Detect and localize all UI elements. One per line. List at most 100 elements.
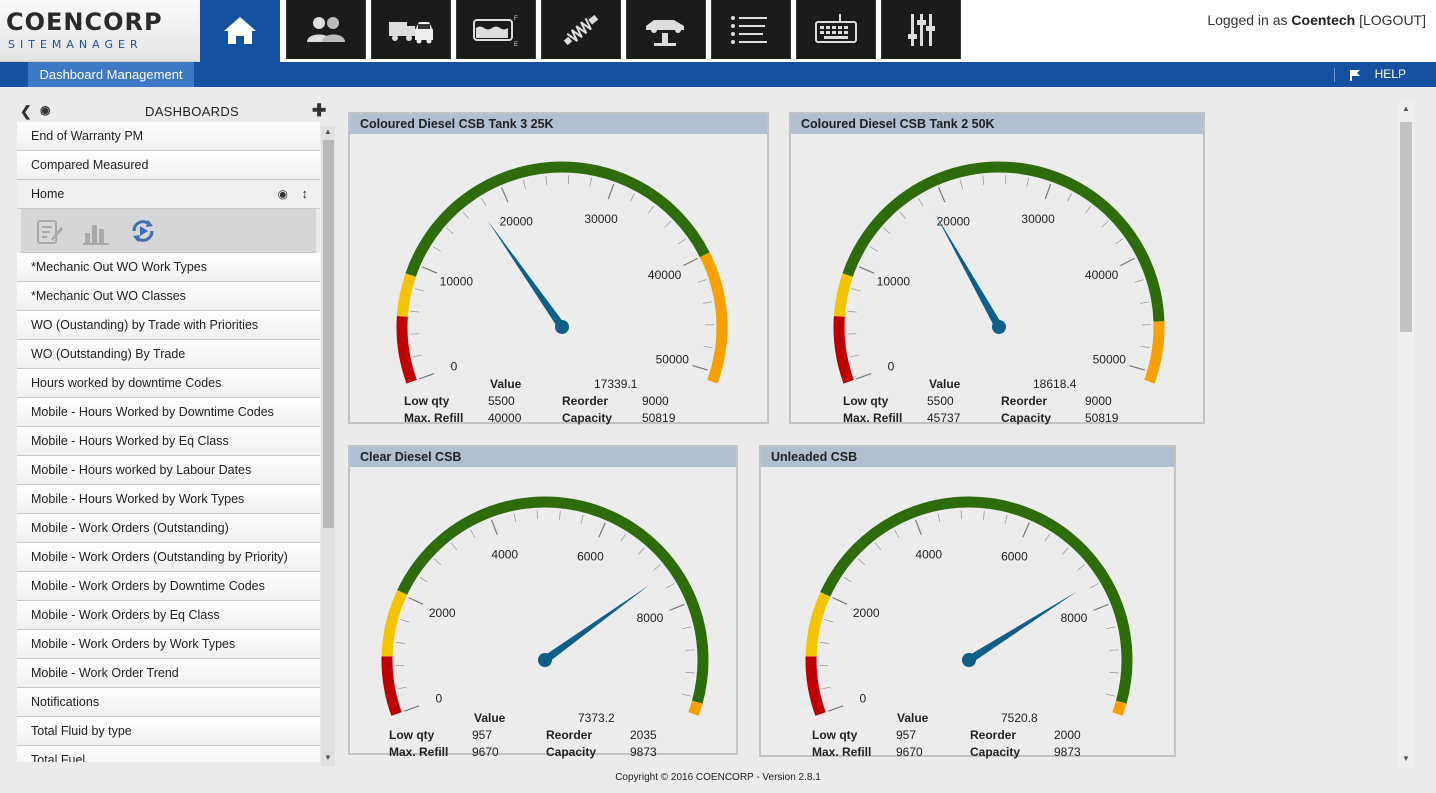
scroll-up-icon[interactable]: ▲ <box>1402 104 1410 113</box>
gauge-tick <box>894 529 900 538</box>
flag-icon[interactable] <box>1349 69 1361 81</box>
home-toolbar <box>21 209 316 253</box>
nav-list-button[interactable] <box>711 0 791 59</box>
gauge-band <box>805 592 831 657</box>
gauge-tick <box>629 193 635 202</box>
gauge-tick <box>697 279 707 283</box>
gauge-tick-label: 6000 <box>1001 550 1028 564</box>
sidebar-item[interactable]: Mobile - Hours Worked by Downtime Codes <box>17 398 320 427</box>
max-refill-value: 40000 <box>488 411 522 425</box>
sidebar-item[interactable]: WO (Oustanding) by Trade with Priorities <box>17 311 320 340</box>
sidebar-item[interactable]: Mobile - Work Orders by Work Types <box>17 630 320 659</box>
gauge-tick-label: 10000 <box>877 275 911 289</box>
gauge-value: 18618.4 <box>1033 377 1077 391</box>
capacity-value: 9873 <box>1054 745 1081 759</box>
gauge-tick <box>433 558 442 566</box>
edit-icon[interactable] <box>35 217 63 245</box>
sidebar-item[interactable]: Compared Measured <box>17 151 320 180</box>
gauge-tick-label: 2000 <box>853 606 880 620</box>
nav-keyboard-button[interactable] <box>796 0 876 59</box>
nav-settings-button[interactable] <box>881 0 961 59</box>
reorder-icon[interactable]: ↕ <box>302 180 309 208</box>
gauge-title: Coloured Diesel CSB Tank 2 50K <box>791 114 1203 134</box>
sidebar-item[interactable]: Notifications <box>17 688 320 717</box>
gauge-tick <box>669 603 685 611</box>
reorder-label: Reorder <box>1001 394 1048 408</box>
scroll-down-icon[interactable]: ▼ <box>1402 754 1410 763</box>
list-icon <box>731 15 767 44</box>
gauge-tick <box>982 175 985 185</box>
sliders-icon <box>908 13 935 46</box>
hide-eye-icon[interactable]: ◉ <box>40 103 50 117</box>
gauge-tick-label: 50000 <box>1093 353 1127 367</box>
gauge-tick-label: 10000 <box>440 275 474 289</box>
nav-suspension-button[interactable] <box>541 0 621 59</box>
sidebar-item[interactable]: Total Fuel <box>17 746 320 762</box>
main-scrollbar[interactable]: ▲ ▼ <box>1398 100 1414 768</box>
sidebar-item-label: Notifications <box>31 695 100 709</box>
logout-link[interactable]: [LOGOUT] <box>1359 12 1426 28</box>
login-user: Coentech <box>1291 12 1356 28</box>
help-link[interactable]: HELP <box>1375 62 1406 87</box>
gauge-panel[interactable]: Coloured Diesel CSB Tank 2 50K 0 10000 2000… <box>789 112 1205 425</box>
sidebar-scrollbar[interactable]: ▲ ▼ <box>321 126 335 766</box>
gauge-hub <box>555 320 569 334</box>
gauge-panel[interactable]: Clear Diesel CSB 0 2000 4000 6000 8000 Value 73… <box>348 445 738 759</box>
gauge-tick <box>869 246 878 252</box>
gauge-tick <box>849 354 859 358</box>
nav-users-button[interactable] <box>286 0 366 59</box>
main-scroll-thumb[interactable] <box>1400 122 1412 332</box>
low-qty-label: Low qty <box>389 728 435 742</box>
sidebar-item[interactable]: Home ◉ ↕ <box>17 180 320 209</box>
collapse-left-icon[interactable]: ❮ <box>20 103 32 120</box>
gauge-tick <box>545 175 548 185</box>
sidebar-item[interactable]: Mobile - Work Orders by Eq Class <box>17 601 320 630</box>
sidebar-item[interactable]: Mobile - Hours worked by Labour Dates <box>17 456 320 485</box>
gauge-tick-label: 50000 <box>656 353 690 367</box>
gauge-tick <box>418 372 435 380</box>
gauge-tick <box>513 513 517 523</box>
chart-icon[interactable] <box>81 217 113 245</box>
sidebar-item[interactable]: Mobile - Work Orders by Downtime Codes <box>17 572 320 601</box>
sidebar-item[interactable]: *Mechanic Out WO Classes <box>17 282 320 311</box>
sidebar-item-label: WO (Outstanding) By Trade <box>31 347 186 361</box>
gauge-tick <box>559 510 561 520</box>
sidebar-item[interactable]: *Mechanic Out WO Work Types <box>17 253 320 282</box>
logo[interactable]: COENCORP SITEMANAGER <box>0 0 200 62</box>
gauge-tick <box>1044 183 1052 200</box>
nav-vehicles-button[interactable] <box>371 0 451 59</box>
gauge-tick <box>857 558 866 566</box>
sidebar-scroll-thumb[interactable] <box>323 140 334 528</box>
reorder-value: 9000 <box>642 394 669 408</box>
nav-car-lift-button[interactable] <box>626 0 706 59</box>
tab-dashboard-management[interactable]: Dashboard Management <box>28 62 194 87</box>
low-qty-value: 957 <box>896 728 917 742</box>
gauge-band <box>396 273 416 317</box>
sidebar-item[interactable]: End of Warranty PM <box>17 122 320 151</box>
gauge-value: 17339.1 <box>594 377 638 391</box>
gauge-panel[interactable]: Coloured Diesel CSB Tank 3 25K 0 10000 2000… <box>348 112 769 425</box>
sidebar-item-label: Home <box>31 187 65 201</box>
visibility-eye-icon[interactable]: ◉ <box>278 180 288 208</box>
refresh-play-icon[interactable] <box>129 217 157 245</box>
gauge-tick <box>1140 346 1150 349</box>
sidebar-item[interactable]: Mobile - Hours Worked by Work Types <box>17 485 320 514</box>
sidebar-item[interactable]: Total Fluid by type <box>17 717 320 746</box>
scroll-down-icon[interactable]: ▼ <box>324 753 332 762</box>
nav-home-button[interactable] <box>200 0 280 62</box>
gauge-tick-label: 0 <box>859 692 866 706</box>
gauge-panel[interactable]: Unleaded CSB 0 2000 4000 6000 8000 Value 7520.8… <box>759 445 1176 759</box>
sidebar-item[interactable]: Mobile - Work Order Trend <box>17 659 320 688</box>
sidebar-item[interactable]: Mobile - Work Orders (Outstanding by Pri… <box>17 543 320 572</box>
gauge-tick <box>874 542 882 551</box>
sidebar-item[interactable]: WO (Outstanding) By Trade <box>17 340 320 369</box>
gauge-band <box>699 252 728 384</box>
nav-fuel-button[interactable]: FE <box>456 0 536 59</box>
gauge-band <box>381 656 402 716</box>
sidebar-item[interactable]: Mobile - Work Orders (Outstanding) <box>17 514 320 543</box>
scroll-up-icon[interactable]: ▲ <box>324 127 332 136</box>
gauge-tick <box>1106 626 1116 630</box>
sidebar-item[interactable]: Hours worked by downtime Codes <box>17 369 320 398</box>
sidebar-item[interactable]: Mobile - Hours Worked by Eq Class <box>17 427 320 456</box>
add-dashboard-icon[interactable]: ✚ <box>312 101 326 121</box>
